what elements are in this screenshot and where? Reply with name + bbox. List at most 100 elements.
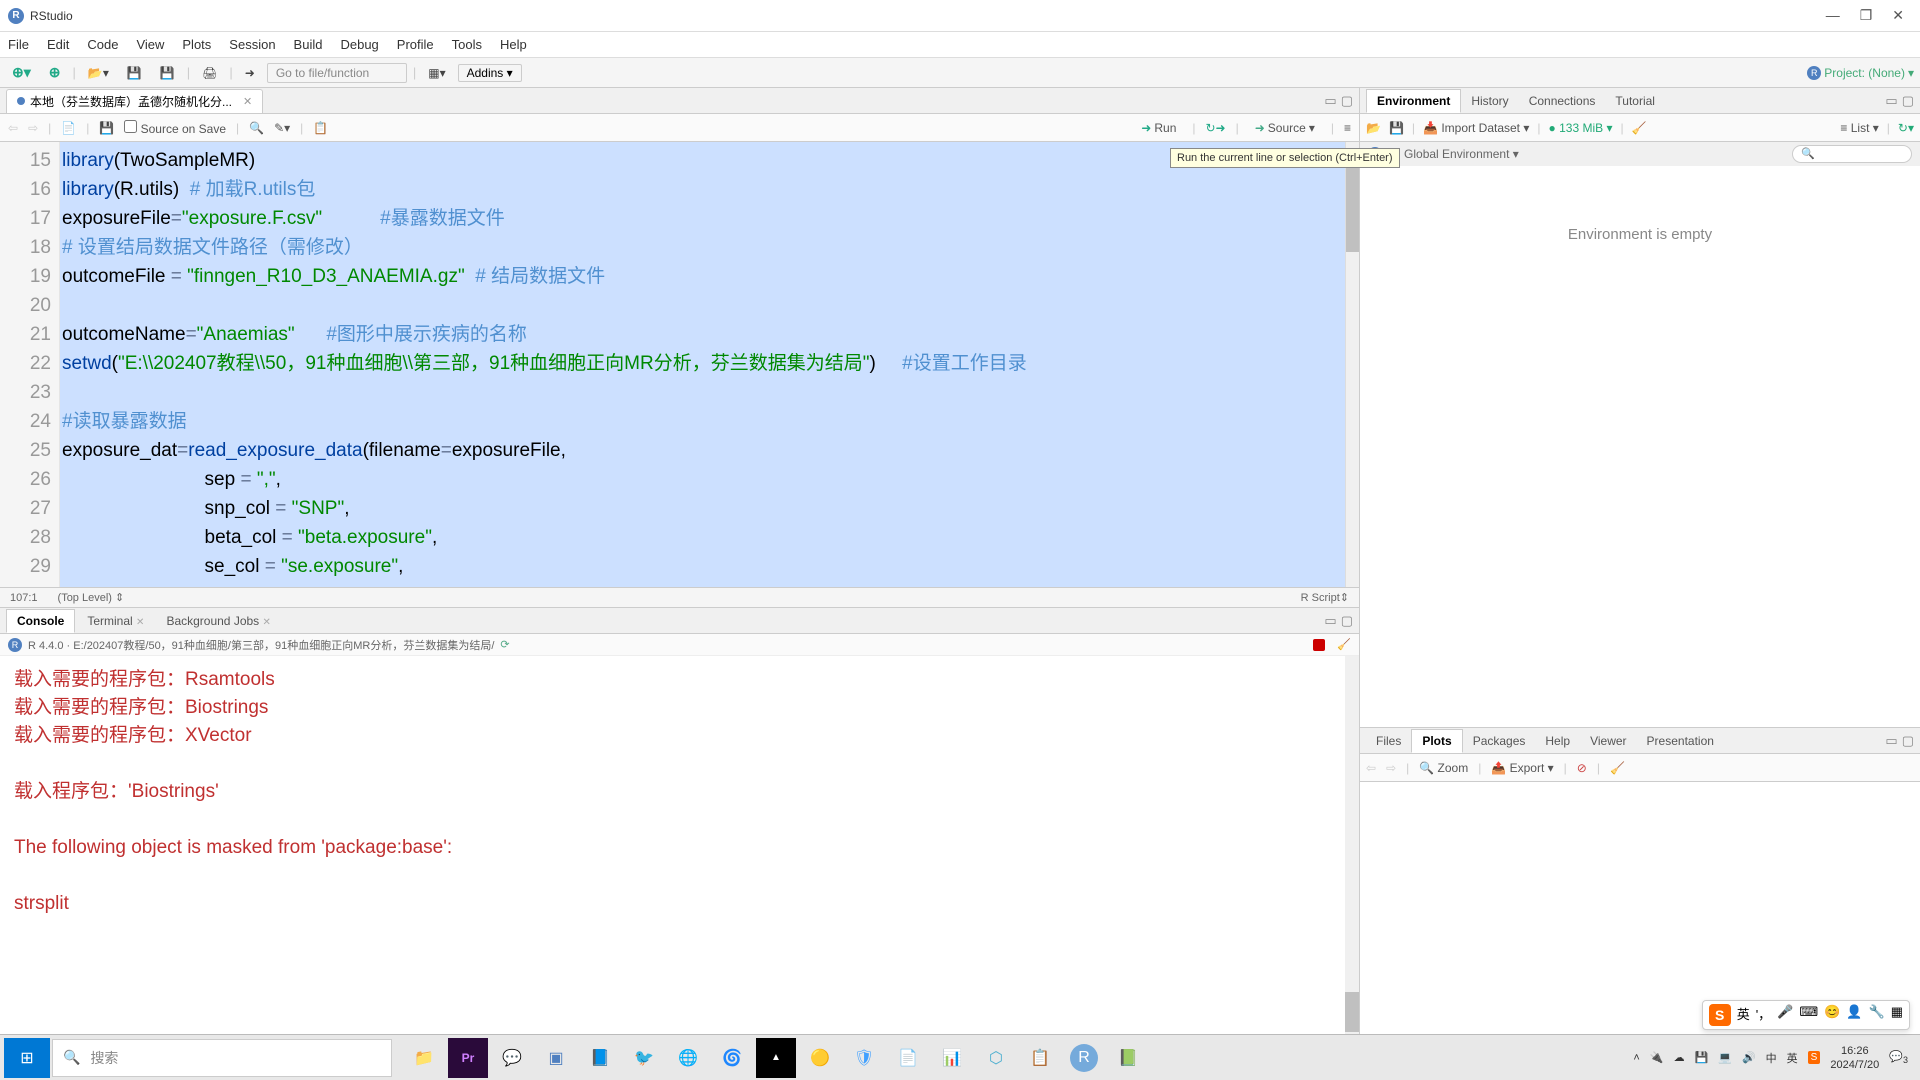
minimize-button[interactable]: — <box>1826 7 1840 24</box>
load-ws-icon[interactable]: 📂 <box>1366 121 1381 135</box>
broom-icon[interactable]: 🧹 <box>1632 121 1647 135</box>
menu-tools[interactable]: Tools <box>452 37 482 52</box>
ime-mic-icon[interactable]: 🎤 <box>1777 1004 1793 1026</box>
clear-icon[interactable]: 🧹 <box>1337 638 1351 651</box>
tab-packages[interactable]: Packages <box>1463 730 1536 752</box>
shield-icon[interactable]: 🛡 <box>844 1038 884 1078</box>
excel-icon[interactable]: 📗 <box>1108 1038 1148 1078</box>
code-area[interactable]: library(TwoSampleMR) library(R.utils) # … <box>60 142 1359 587</box>
tray-power-icon[interactable]: 🔌 <box>1650 1051 1664 1064</box>
source-button[interactable]: ➜Source ▾ <box>1249 119 1321 137</box>
start-button[interactable]: ⊞ <box>4 1038 50 1078</box>
save-all-button[interactable]: 💾 <box>154 64 181 82</box>
outline-icon[interactable]: ≡ <box>1344 121 1351 135</box>
tab-help[interactable]: Help <box>1535 730 1580 752</box>
import-dataset-button[interactable]: 📥 Import Dataset ▾ <box>1423 121 1529 135</box>
console-scrollbar[interactable] <box>1345 656 1359 1034</box>
explorer-icon[interactable]: 📁 <box>404 1038 444 1078</box>
env-search-input[interactable] <box>1792 145 1912 163</box>
plot-back-icon[interactable]: ⇦ <box>1366 761 1376 775</box>
print-button[interactable]: 🖨 <box>196 64 223 82</box>
zoom-button[interactable]: 🔍 Zoom <box>1419 761 1468 775</box>
menu-view[interactable]: View <box>136 37 164 52</box>
env-maximize-icon[interactable]: ▢ <box>1902 93 1914 109</box>
addins-dropdown[interactable]: Addins ▾ <box>458 64 522 82</box>
taskbar-search[interactable]: 🔍搜索 <box>52 1039 392 1077</box>
menu-file[interactable]: File <box>8 37 29 52</box>
close-tab-icon[interactable]: ✕ <box>243 95 252 108</box>
ime-punct-icon[interactable]: '， <box>1756 1004 1771 1026</box>
tab-tutorial[interactable]: Tutorial <box>1605 90 1665 112</box>
code-editor[interactable]: 1516171819202122 23242526272829 library(… <box>0 142 1359 587</box>
console-output[interactable]: 载入需要的程序包：Rsamtools载入需要的程序包：Biostrings载入需… <box>0 656 1359 1034</box>
wd-icon[interactable]: ⟳ <box>500 638 509 651</box>
export-button[interactable]: 📤 Export ▾ <box>1491 761 1553 775</box>
menu-build[interactable]: Build <box>294 37 323 52</box>
console-minimize-icon[interactable]: ▭ <box>1324 613 1336 629</box>
refresh-icon[interactable]: ↻▾ <box>1898 121 1914 135</box>
close-button[interactable]: ✕ <box>1892 7 1904 24</box>
chrome-icon[interactable]: 🌐 <box>668 1038 708 1078</box>
tray-usb-icon[interactable]: 💾 <box>1695 1051 1709 1064</box>
fwd-icon[interactable]: ⇨ <box>28 121 38 135</box>
task-view-icon[interactable]: ▣ <box>536 1038 576 1078</box>
scope-label[interactable]: (Top Level) ⇕ <box>58 591 125 604</box>
app4-icon[interactable]: ⬡ <box>976 1038 1016 1078</box>
source-maximize-icon[interactable]: ▢ <box>1341 93 1353 109</box>
ime-emoji-icon[interactable]: 😊 <box>1824 1004 1840 1026</box>
tab-files[interactable]: Files <box>1366 730 1411 752</box>
menu-session[interactable]: Session <box>229 37 275 52</box>
new-project-button[interactable]: ⊕ <box>43 62 67 83</box>
tab-plots[interactable]: Plots <box>1411 729 1462 753</box>
maximize-button[interactable]: ❐ <box>1860 7 1873 24</box>
app5-icon[interactable]: 📋 <box>1020 1038 1060 1078</box>
rerun-icon[interactable]: ↻➜ <box>1206 121 1226 135</box>
menu-profile[interactable]: Profile <box>397 37 434 52</box>
tray-chevron-icon[interactable]: ˄ <box>1633 1052 1639 1064</box>
show-doc-icon[interactable]: 📄 <box>61 121 76 135</box>
save-src-icon[interactable]: 💾 <box>99 121 114 135</box>
app1-icon[interactable]: ▲ <box>756 1038 796 1078</box>
plots-minimize-icon[interactable]: ▭ <box>1885 733 1897 749</box>
ime-kb-icon[interactable]: ⌨ <box>1799 1004 1818 1026</box>
tab-bgjobs[interactable]: Background Jobs ✕ <box>156 610 280 632</box>
clear-plots-icon[interactable]: 🧹 <box>1610 761 1625 775</box>
menu-edit[interactable]: Edit <box>47 37 69 52</box>
ime-toolbar[interactable]: S 英 '， 🎤 ⌨ 😊 👤 🔧 ▦ <box>1702 1000 1910 1030</box>
env-minimize-icon[interactable]: ▭ <box>1885 93 1897 109</box>
menu-debug[interactable]: Debug <box>340 37 378 52</box>
lang-label[interactable]: R Script <box>1301 592 1340 604</box>
edge-icon[interactable]: 🌀 <box>712 1038 752 1078</box>
run-button[interactable]: ➜Run <box>1135 119 1182 137</box>
ime-tool-icon[interactable]: 🔧 <box>1869 1004 1885 1026</box>
source-minimize-icon[interactable]: ▭ <box>1324 93 1336 109</box>
tab-environment[interactable]: Environment <box>1366 89 1461 113</box>
report-icon[interactable]: 📋 <box>313 121 328 135</box>
sogou-icon[interactable]: S <box>1709 1004 1731 1026</box>
memory-badge[interactable]: ● 133 MiB ▾ <box>1549 121 1613 135</box>
plot-fwd-icon[interactable]: ⇨ <box>1386 761 1396 775</box>
rstudio-taskbar-icon[interactable]: R <box>1070 1044 1098 1072</box>
tab-presentation[interactable]: Presentation <box>1637 730 1724 752</box>
stop-icon[interactable] <box>1313 639 1325 651</box>
new-file-button[interactable]: ⊕▾ <box>6 62 37 83</box>
ime-person-icon[interactable]: 👤 <box>1846 1004 1862 1026</box>
note-icon[interactable]: 📘 <box>580 1038 620 1078</box>
tray-cloud-icon[interactable]: ☁ <box>1674 1051 1685 1064</box>
tab-viewer[interactable]: Viewer <box>1580 730 1636 752</box>
console-maximize-icon[interactable]: ▢ <box>1341 613 1353 629</box>
menu-code[interactable]: Code <box>87 37 118 52</box>
tray-ime2[interactable]: 英 <box>1787 1050 1798 1066</box>
ime-lang[interactable]: 英 <box>1737 1004 1750 1026</box>
tray-vol-icon[interactable]: 🔊 <box>1742 1051 1756 1064</box>
menu-help[interactable]: Help <box>500 37 527 52</box>
save-button[interactable]: 💾 <box>121 64 148 82</box>
plots-maximize-icon[interactable]: ▢ <box>1902 733 1914 749</box>
powerpoint-icon[interactable]: 📊 <box>932 1038 972 1078</box>
find-icon[interactable]: 🔍 <box>249 121 264 135</box>
grid-icon[interactable]: ▦▾ <box>422 64 451 82</box>
tray-ime1[interactable]: 中 <box>1766 1050 1777 1066</box>
wand-icon[interactable]: ✎▾ <box>274 121 290 135</box>
file-tab[interactable]: 本地（芬兰数据库）孟德尔随机化分... ✕ <box>6 89 263 113</box>
tencent-icon[interactable]: 🐦 <box>624 1038 664 1078</box>
